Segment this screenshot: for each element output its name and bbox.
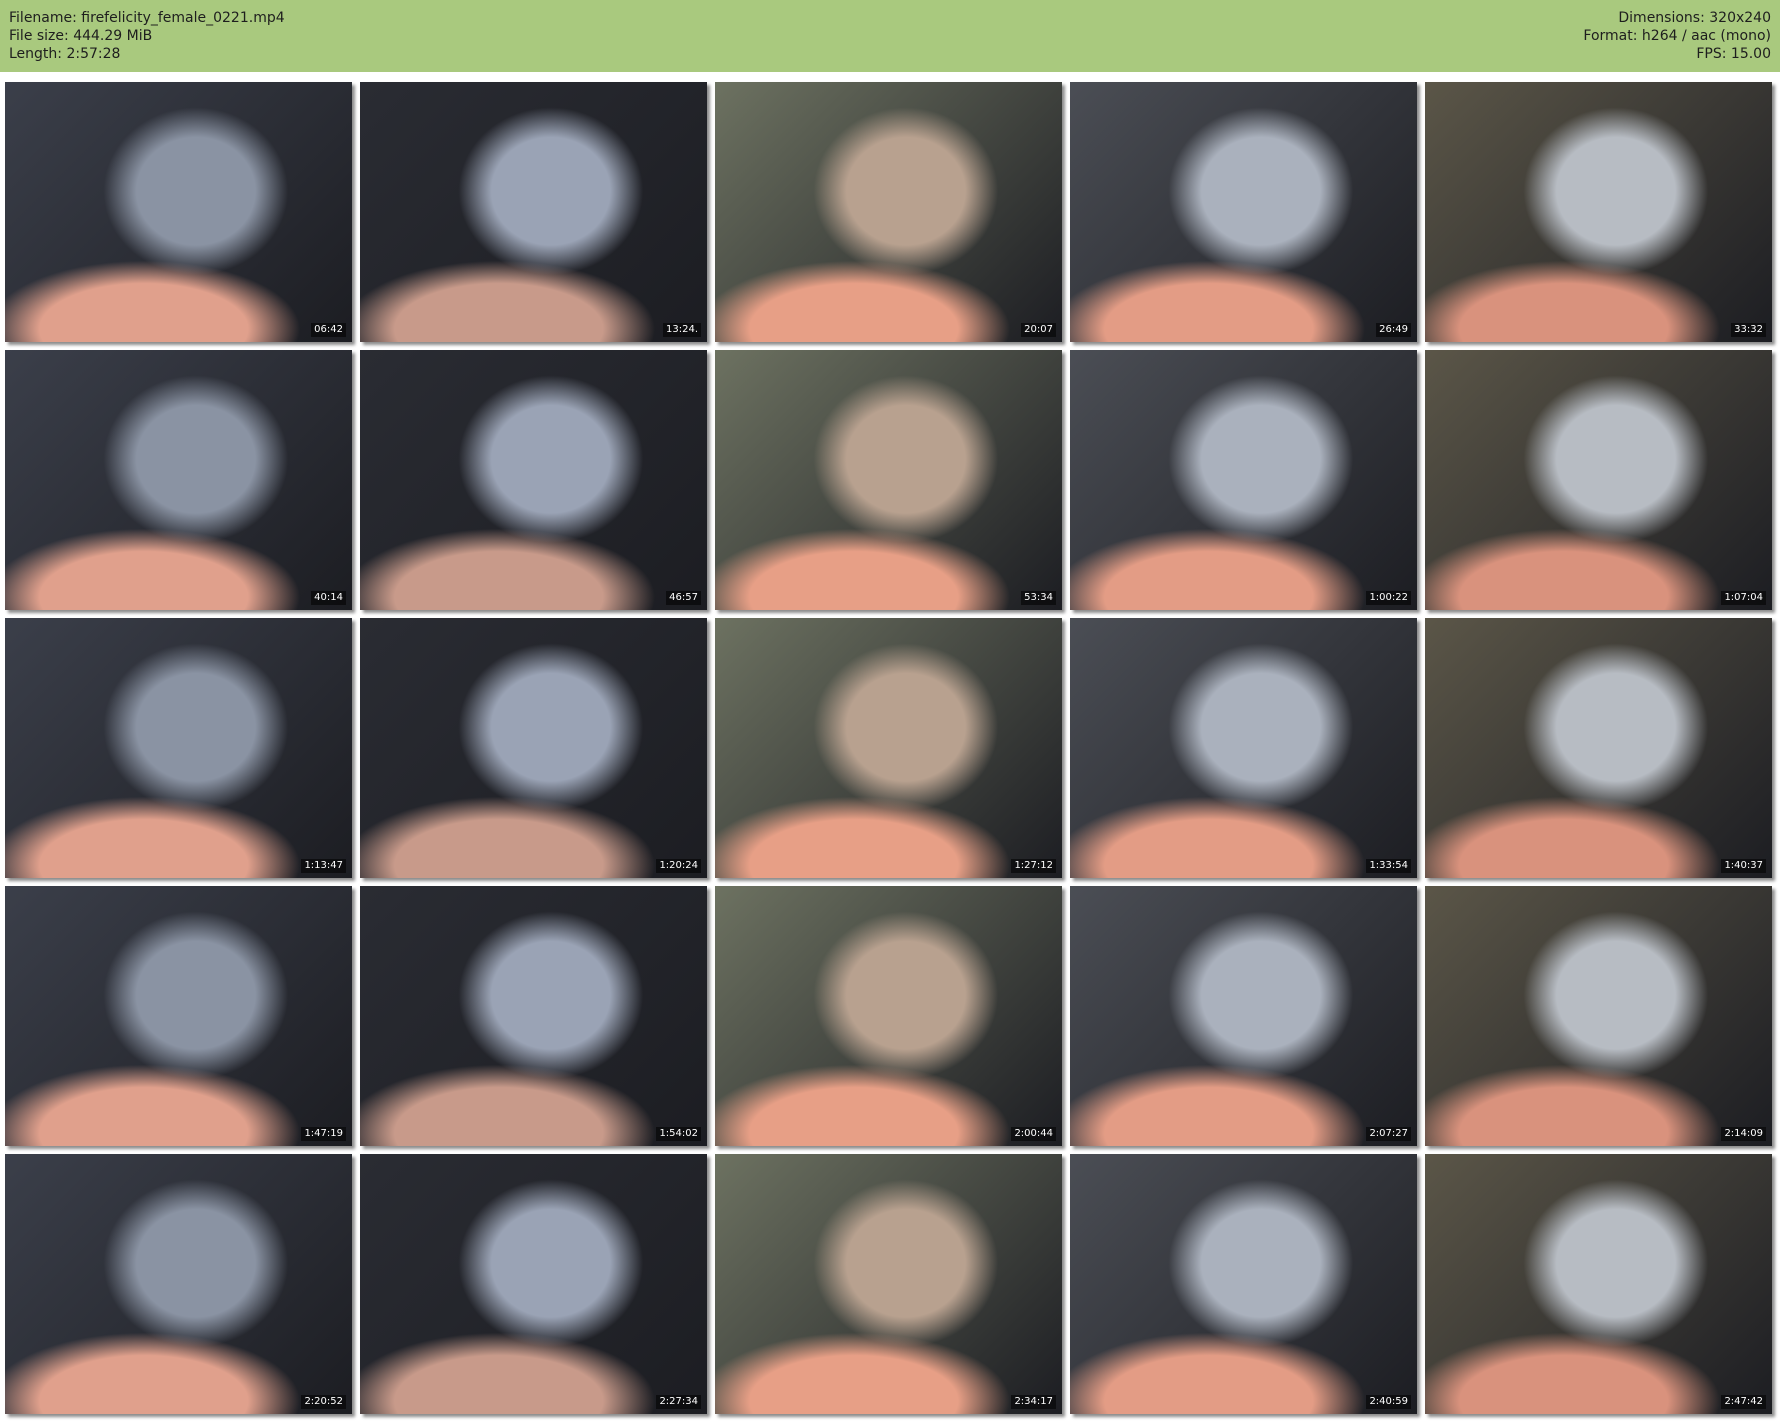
- timestamp-label: 1:40:37: [1721, 859, 1766, 873]
- timestamp-label: 46:57: [666, 591, 701, 605]
- dimensions-label: Dimensions: 320x240: [1618, 10, 1771, 26]
- thumbnail-frame: 2:00:44: [715, 886, 1062, 1146]
- thumbnail-frame: 46:57: [360, 350, 707, 610]
- timestamp-label: 2:40:59: [1366, 1395, 1411, 1409]
- timestamp-label: 2:34:17: [1011, 1395, 1056, 1409]
- timestamp-label: 1:33:54: [1366, 859, 1411, 873]
- frame-image: [1070, 886, 1417, 1146]
- thumbnail-frame: 2:07:27: [1070, 886, 1417, 1146]
- frame-image: [5, 350, 352, 610]
- thumbnail-frame: 20:07: [715, 82, 1062, 342]
- timestamp-label: 53:34: [1021, 591, 1056, 605]
- frame-image: [5, 886, 352, 1146]
- timestamp-label: 2:47:42: [1721, 1395, 1766, 1409]
- timestamp-label: 1:07:04: [1721, 591, 1766, 605]
- thumbnail-frame: 53:34: [715, 350, 1062, 610]
- fps-label: FPS: 15.00: [1696, 46, 1771, 62]
- frame-image: [715, 82, 1062, 342]
- frame-image: [360, 618, 707, 878]
- thumbnail-grid: 06:42 13:24. 20:07 26:49 33:32 40:14 46:57 53:3…: [5, 82, 1772, 1414]
- timestamp-label: 1:20:24: [656, 859, 701, 873]
- thumbnail-frame: 1:54:02: [360, 886, 707, 1146]
- timestamp-label: 1:54:02: [656, 1127, 701, 1141]
- thumbnail-frame: 40:14: [5, 350, 352, 610]
- timestamp-label: 13:24.: [663, 323, 701, 337]
- timestamp-label: 2:07:27: [1366, 1127, 1411, 1141]
- timestamp-label: 40:14: [311, 591, 346, 605]
- frame-image: [715, 618, 1062, 878]
- frame-image: [360, 886, 707, 1146]
- thumbnail-frame: 1:40:37: [1425, 618, 1772, 878]
- thumbnail-frame: 1:27:12: [715, 618, 1062, 878]
- thumbnail-frame: 1:33:54: [1070, 618, 1417, 878]
- thumbnail-frame: 1:20:24: [360, 618, 707, 878]
- frame-image: [5, 618, 352, 878]
- thumbnail-frame: 1:47:19: [5, 886, 352, 1146]
- thumbnail-frame: 33:32: [1425, 82, 1772, 342]
- frame-image: [5, 82, 352, 342]
- frame-image: [1425, 82, 1772, 342]
- timestamp-label: 2:27:34: [656, 1395, 701, 1409]
- timestamp-label: 2:14:09: [1721, 1127, 1766, 1141]
- metadata-header: Filename: firefelicity_female_0221.mp4 F…: [0, 0, 1780, 72]
- timestamp-label: 33:32: [1731, 323, 1766, 337]
- thumbnail-frame: 13:24.: [360, 82, 707, 342]
- frame-image: [1070, 1154, 1417, 1414]
- length-label: Length: 2:57:28: [9, 46, 121, 62]
- frame-image: [715, 886, 1062, 1146]
- thumbnail-frame: 1:07:04: [1425, 350, 1772, 610]
- thumbnail-frame: 2:27:34: [360, 1154, 707, 1414]
- thumbnail-frame: 2:34:17: [715, 1154, 1062, 1414]
- timestamp-label: 06:42: [311, 323, 346, 337]
- timestamp-label: 2:00:44: [1011, 1127, 1056, 1141]
- frame-image: [5, 1154, 352, 1414]
- format-label: Format: h264 / aac (mono): [1583, 28, 1771, 44]
- frame-image: [1425, 1154, 1772, 1414]
- file-info: Filename: firefelicity_female_0221.mp4 F…: [9, 9, 285, 63]
- timestamp-label: 26:49: [1376, 323, 1411, 337]
- timestamp-label: 2:20:52: [301, 1395, 346, 1409]
- timestamp-label: 1:47:19: [301, 1127, 346, 1141]
- thumbnail-frame: 06:42: [5, 82, 352, 342]
- frame-image: [1070, 618, 1417, 878]
- frame-image: [1425, 618, 1772, 878]
- frame-image: [360, 82, 707, 342]
- thumbnail-frame: 2:14:09: [1425, 886, 1772, 1146]
- frame-image: [1425, 350, 1772, 610]
- frame-image: [1070, 350, 1417, 610]
- filesize-label: File size: 444.29 MiB: [9, 28, 153, 44]
- stream-info: Dimensions: 320x240 Format: h264 / aac (…: [1583, 9, 1771, 63]
- thumbnail-frame: 2:40:59: [1070, 1154, 1417, 1414]
- thumbnail-frame: 26:49: [1070, 82, 1417, 342]
- frame-image: [360, 1154, 707, 1414]
- timestamp-label: 1:00:22: [1366, 591, 1411, 605]
- filename-label: Filename: firefelicity_female_0221.mp4: [9, 10, 285, 26]
- frame-image: [715, 1154, 1062, 1414]
- frame-image: [1070, 82, 1417, 342]
- thumbnail-frame: 1:13:47: [5, 618, 352, 878]
- frame-image: [1425, 886, 1772, 1146]
- timestamp-label: 1:13:47: [301, 859, 346, 873]
- timestamp-label: 20:07: [1021, 323, 1056, 337]
- thumbnail-frame: 1:00:22: [1070, 350, 1417, 610]
- timestamp-label: 1:27:12: [1011, 859, 1056, 873]
- frame-image: [360, 350, 707, 610]
- frame-image: [715, 350, 1062, 610]
- thumbnail-frame: 2:47:42: [1425, 1154, 1772, 1414]
- thumbnail-frame: 2:20:52: [5, 1154, 352, 1414]
